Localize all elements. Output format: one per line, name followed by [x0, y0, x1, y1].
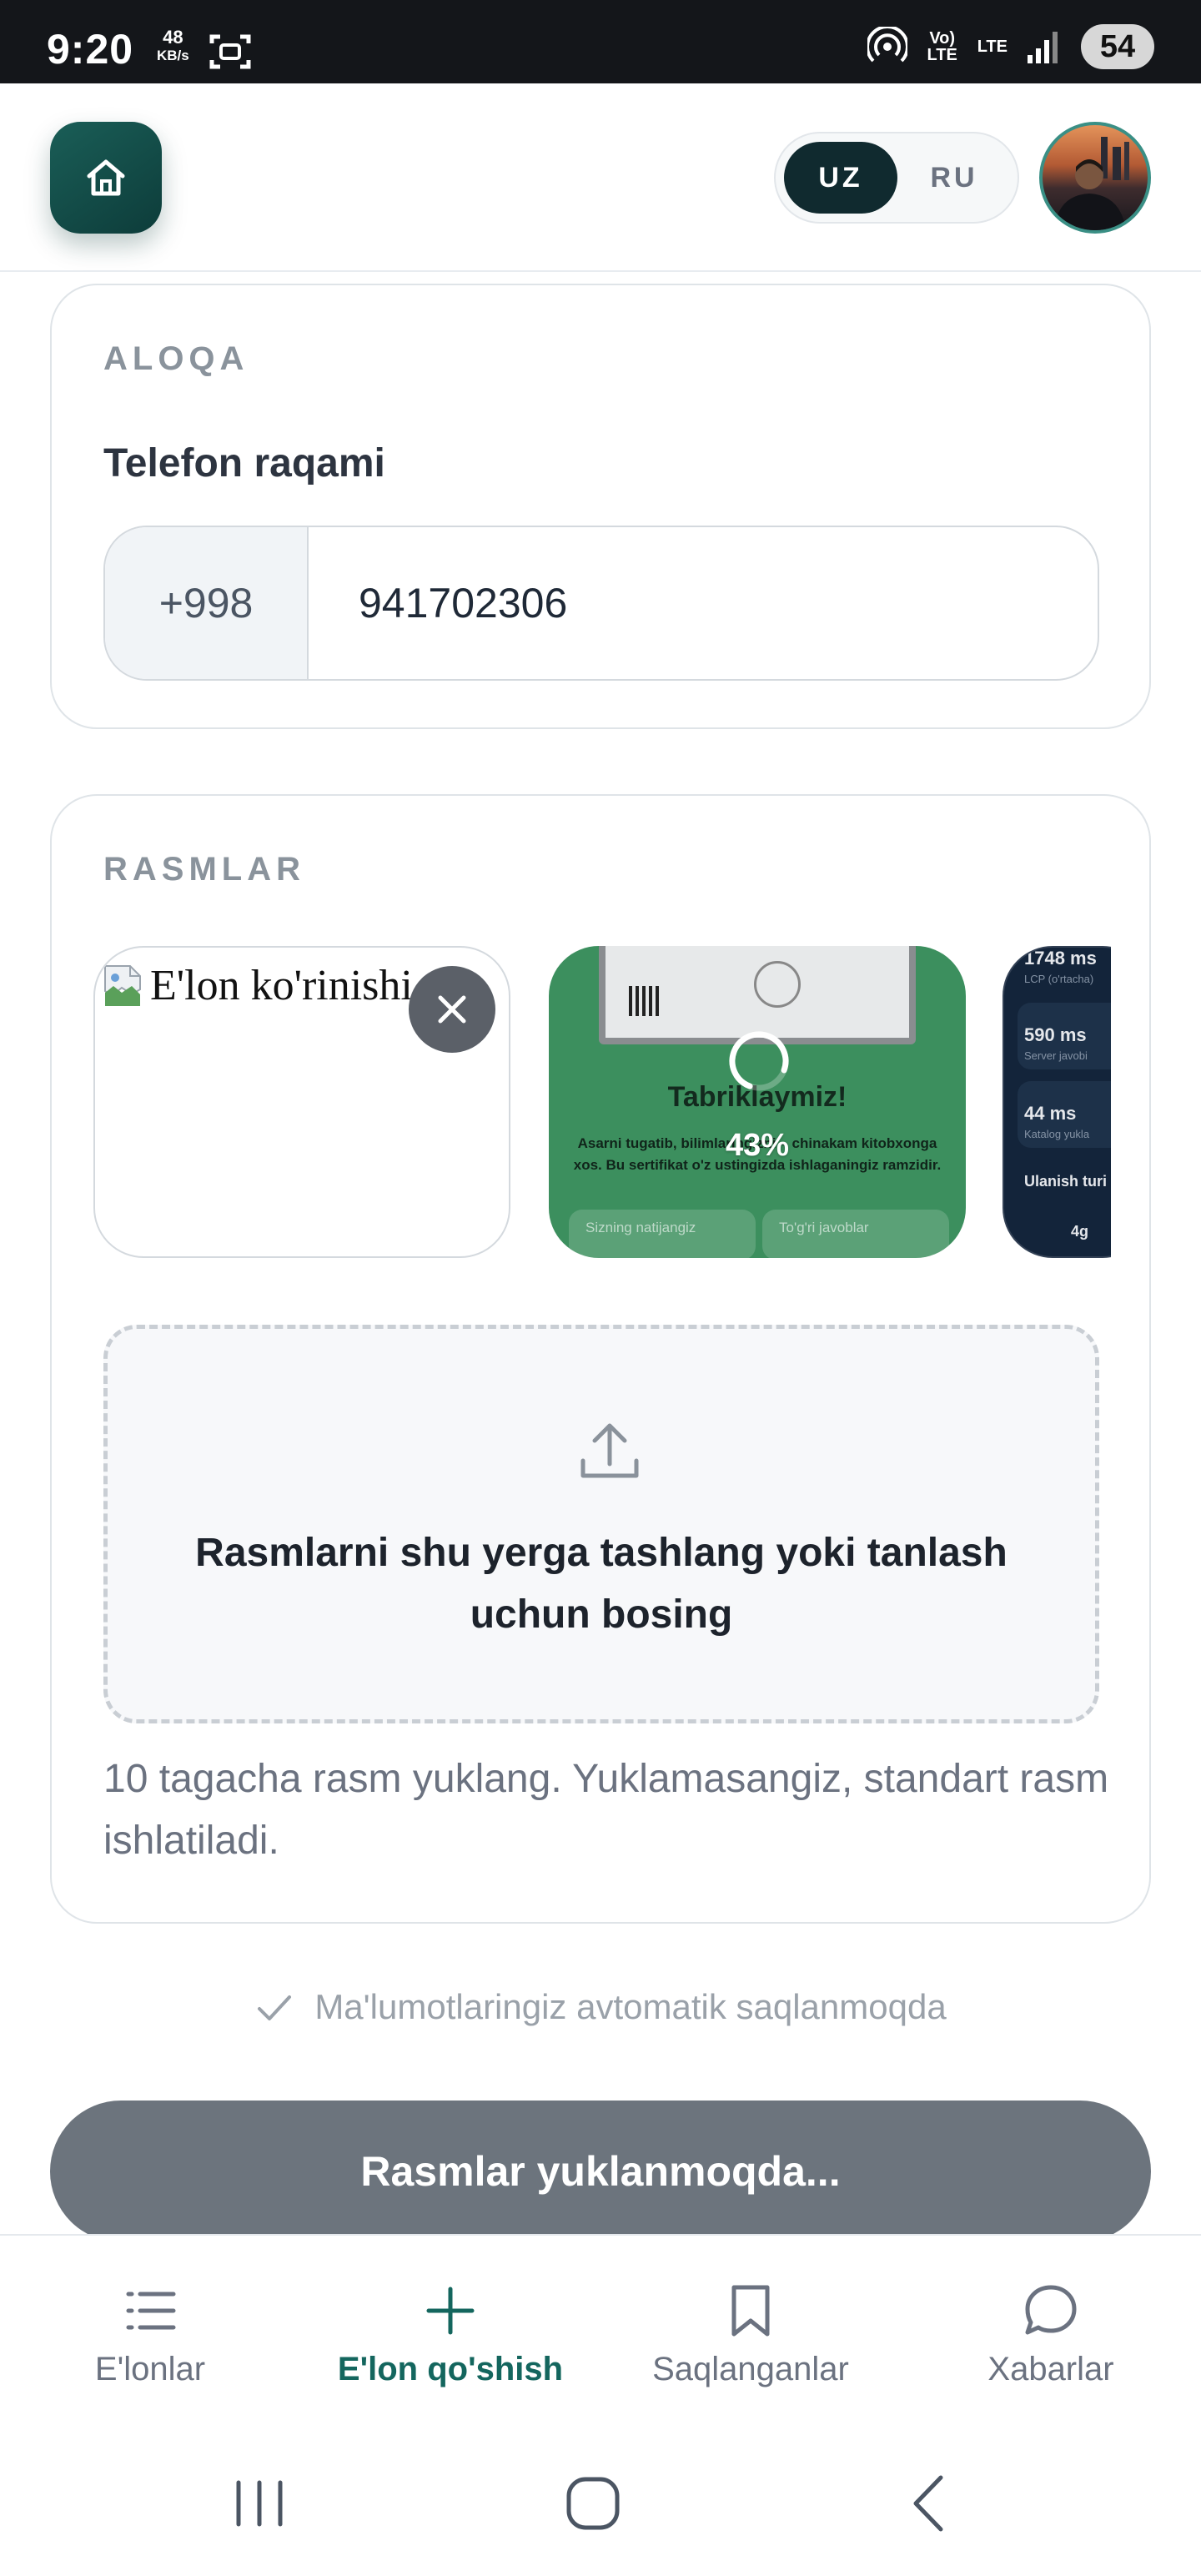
lang-ru-option[interactable]: RU — [897, 142, 1011, 214]
contact-section-label: ALOQA — [103, 340, 249, 377]
autosave-text: Ma'lumotlaringiz avtomatik saqlanmoqda — [314, 1987, 947, 2026]
check-icon — [258, 1995, 292, 2020]
lte-indicator: LTE — [977, 38, 1008, 56]
phone-field-group: +998 — [103, 526, 1099, 681]
stat-value: Ulanish turi — [1024, 1173, 1108, 1190]
signal-icon — [1028, 32, 1058, 63]
photo-thumb-broken[interactable]: E'lon ko'rinishi — [93, 946, 510, 1258]
image-alt-text: E'lon ko'rinishi — [150, 962, 413, 1009]
avatar-photo — [1054, 137, 1129, 230]
home-button[interactable] — [50, 122, 162, 234]
phone-label: Telefon raqami — [103, 441, 385, 486]
nav-item-listings[interactable]: E'lonlar — [0, 2236, 300, 2436]
nav-item-messages[interactable]: Xabarlar — [901, 2236, 1201, 2436]
broken-image-icon — [104, 965, 141, 1006]
photo-help-text: 10 tagacha rasm yuklang. Yuklamasangiz, … — [103, 1757, 1109, 1863]
upload-icon — [580, 1423, 639, 1478]
photo-thumb-stats[interactable]: 1748 ms LCP (o'rtacha) 590 ms Server jav… — [1003, 946, 1111, 1258]
photos-card: RASMLAR E'lon ko'rinishi Tabriklaymiz! A… — [50, 794, 1151, 1924]
home-nav-icon[interactable] — [555, 2466, 631, 2541]
close-icon — [438, 995, 466, 1024]
answers-box: To'g'ri javoblar — [762, 1210, 949, 1258]
autosave-notice: Ma'lumotlaringiz avtomatik saqlanmoqda — [0, 1987, 1201, 2027]
submit-button[interactable]: Rasmlar yuklanmoqda... — [50, 2101, 1151, 2242]
stat-label: LCP (o'rtacha) — [1024, 973, 1094, 985]
photo-thumb-uploading[interactable]: Tabriklaymiz! Asarni tugatib, bilimlarin… — [549, 946, 966, 1258]
screenshot-icon — [209, 34, 251, 69]
result-box: Sizning natijangiz — [569, 1210, 756, 1258]
phone-input[interactable] — [309, 527, 1098, 679]
list-icon — [126, 2292, 176, 2330]
bottom-navigation: E'lonlar E'lon qo'shish Saqlanganlar Xab… — [0, 2234, 1201, 2434]
user-avatar[interactable] — [1039, 122, 1151, 234]
network-speed: 48 KB/s — [157, 27, 189, 64]
stat-value: 590 ms — [1024, 1024, 1087, 1045]
contact-card: ALOQA Telefon raqami +998 — [50, 284, 1151, 729]
bookmark-icon — [731, 2285, 770, 2337]
volte-indicator: Vo) LTE — [927, 29, 957, 64]
chat-bubble-icon — [1025, 2285, 1077, 2335]
stat-value: 4g — [1071, 1223, 1089, 1240]
photo-thumbnails[interactable]: E'lon ko'rinishi Tabriklaymiz! Asarni tu… — [92, 946, 1111, 1263]
stat-label: Katalog yukla — [1024, 1128, 1090, 1140]
language-switcher: UZ RU — [774, 132, 1019, 224]
recent-apps-icon[interactable] — [222, 2466, 297, 2541]
dropzone-text: Rasmlarni shu yerga tashlang yoki tanlas… — [195, 1531, 1008, 1637]
app-header: UZ RU — [0, 83, 1201, 272]
status-time: 9:20 — [47, 26, 134, 73]
battery-indicator: 54 — [1081, 24, 1154, 69]
stat-value: 44 ms — [1024, 1103, 1077, 1124]
nav-item-saved[interactable]: Saqlanganlar — [600, 2236, 901, 2436]
qr-code — [629, 986, 659, 1016]
lang-uz-option[interactable]: UZ — [784, 142, 897, 214]
loading-spinner-icon — [729, 1031, 789, 1091]
remove-photo-button[interactable] — [409, 966, 495, 1053]
system-navigation-bar — [0, 2434, 1201, 2576]
stat-label: Server javobi — [1024, 1049, 1088, 1062]
upload-progress: 43% — [725, 1128, 790, 1163]
plus-icon — [426, 2287, 475, 2335]
nav-item-add-listing[interactable]: E'lon qo'shish — [300, 2236, 600, 2436]
status-bar: 9:20 48 KB/s Vo) LTE LTE 54 — [0, 0, 1201, 83]
country-code-prefix: +998 — [105, 527, 309, 679]
home-icon — [87, 159, 125, 196]
photos-section-label: RASMLAR — [103, 851, 305, 888]
stat-value: 1748 ms — [1024, 948, 1097, 969]
hotspot-icon — [867, 27, 907, 63]
photo-dropzone[interactable]: Rasmlarni shu yerga tashlang yoki tanlas… — [103, 1325, 1099, 1723]
back-icon[interactable] — [892, 2466, 967, 2541]
certificate-seal — [754, 961, 801, 1008]
